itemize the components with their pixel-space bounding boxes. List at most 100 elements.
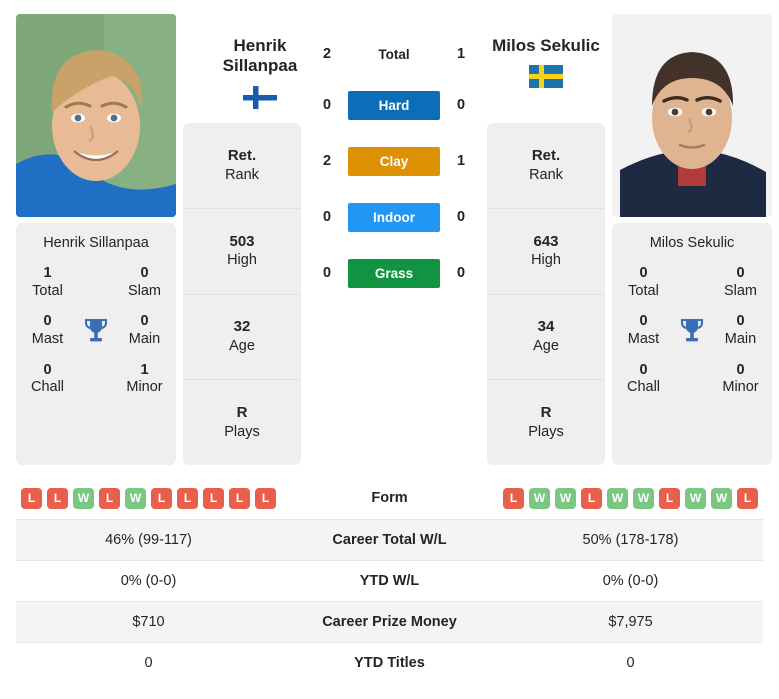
- form-badge-loss: L: [151, 487, 172, 509]
- left-player-column: Henrik Sillanpaa 1 Total 0 Slam 0 Mast 0…: [16, 14, 176, 465]
- right-career-total-wl: 50% (178-178): [498, 518, 763, 560]
- h2h-grass-left: 0: [322, 265, 332, 281]
- form-badge-win: W: [73, 487, 94, 509]
- left-player-name-small: Henrik Sillanpaa: [43, 235, 149, 251]
- h2h-indoor-left: 0: [322, 209, 332, 225]
- right-titles-main: 0 Main: [724, 313, 757, 348]
- right-ytd-wl: 0% (0-0): [498, 559, 763, 601]
- h2h-indoor-right: 0: [456, 209, 466, 225]
- form-badge-win: W: [125, 487, 146, 509]
- right-stats-strip: Ret. Rank 643 High 34 Age R Plays: [487, 123, 605, 465]
- form-badge-loss: L: [177, 487, 198, 509]
- right-titles-card: Milos Sekulic 0 Total 0 Slam 0 Mast 0 Ma…: [612, 223, 772, 465]
- h2h-clay-row: 2 Clay 1: [308, 133, 480, 189]
- h2h-clay-left: 2: [322, 153, 332, 169]
- right-titles-mast: 0 Mast: [627, 313, 660, 348]
- right-ytd-titles: 0: [498, 641, 763, 683]
- h2h-total-label: Total: [378, 46, 410, 62]
- right-form-list: LWWLWWLWWL: [498, 487, 763, 509]
- h2h-indoor-row: 0 Indoor 0: [308, 189, 480, 245]
- right-career-prize-money: $7,975: [498, 600, 763, 642]
- right-titles-minor: 0 Minor: [722, 361, 759, 396]
- form-badge-win: W: [555, 487, 576, 509]
- right-player-header: Milos Sekulic: [460, 14, 632, 89]
- left-titles-mast: 0 Mast: [31, 313, 64, 348]
- form-badge-loss: L: [737, 487, 758, 509]
- right-player-name-small: Milos Sekulic: [649, 235, 735, 251]
- form-badge-win: W: [711, 487, 732, 509]
- right-form-cell: LWWLWWLWWL: [498, 478, 763, 519]
- right-stat-rank: Ret. Rank: [487, 123, 605, 209]
- right-titles-slam: 0 Slam: [723, 265, 758, 299]
- right-stat-age: 34 Age: [487, 295, 605, 381]
- trophy-icon: [669, 317, 715, 345]
- h2h-hard-right: 0: [456, 97, 466, 113]
- left-career-total-wl: 46% (99-117): [16, 518, 281, 560]
- left-titles-row-1: 1 Total 0 Slam: [22, 265, 170, 300]
- surface-badge-clay[interactable]: Clay: [348, 146, 440, 176]
- left-titles-main: 0 Main: [128, 313, 161, 348]
- left-stat-age: 32 Age: [183, 295, 301, 381]
- form-badge-win: W: [607, 487, 628, 509]
- form-badge-loss: L: [203, 487, 224, 509]
- right-titles-row-1: 0 Total 0 Slam: [618, 265, 766, 300]
- left-player-header: Henrik Sillanpaa: [180, 14, 340, 110]
- surface-badge-indoor[interactable]: Indoor: [348, 202, 440, 232]
- table-row-form: LLWLWLLLLL Form LWWLWWLWWL: [16, 478, 763, 519]
- form-badge-win: W: [529, 487, 550, 509]
- row-label-ytd-titles: YTD Titles: [281, 641, 498, 683]
- flag-finland-icon: [243, 86, 277, 110]
- right-stat-high: 643 High: [487, 209, 605, 295]
- right-titles-row-2: 0 Mast 0 Main: [618, 313, 766, 348]
- h2h-clay-right: 1: [456, 153, 466, 169]
- left-stat-rank: Ret. Rank: [183, 123, 301, 209]
- h2h-grass-right: 0: [456, 265, 466, 281]
- right-stat-plays: R Plays: [528, 404, 564, 440]
- row-label-ytd-wl: YTD W/L: [281, 559, 498, 601]
- left-form-list: LLWLWLLLLL: [16, 487, 281, 509]
- left-career-prize-money: $710: [16, 600, 281, 642]
- right-player-photo[interactable]: [612, 14, 772, 217]
- compare-header-grid: Henrik Sillanpaa 1 Total 0 Slam 0 Mast 0…: [16, 0, 772, 465]
- left-titles-row-2: 0 Mast 0 Main: [22, 313, 170, 348]
- table-row-career-prize-money: $710 Career Prize Money $7,975: [16, 600, 763, 642]
- form-badge-loss: L: [581, 487, 602, 509]
- form-badge-loss: L: [659, 487, 680, 509]
- form-badge-loss: L: [47, 487, 68, 509]
- right-titles-row-3: 0 Chall 0 Minor: [618, 362, 766, 397]
- right-titles-chall: 0 Chall: [626, 361, 661, 396]
- row-label-form: Form: [371, 490, 408, 507]
- left-stat-plays: R Plays: [224, 404, 260, 440]
- player-comparison-page: Henrik Sillanpaa 1 Total 0 Slam 0 Mast 0…: [0, 0, 779, 683]
- right-titles-total: 0 Total: [628, 265, 659, 299]
- flag-sweden-icon: [529, 65, 563, 89]
- form-badge-loss: L: [255, 487, 276, 509]
- table-row-career-total-wl: 46% (99-117) Career Total W/L 50% (178-1…: [16, 518, 763, 560]
- surface-badge-hard[interactable]: Hard: [348, 90, 440, 120]
- table-row-ytd-titles: 0 YTD Titles 0: [16, 641, 763, 683]
- left-ytd-wl: 0% (0-0): [16, 559, 281, 601]
- left-titles-card: Henrik Sillanpaa 1 Total 0 Slam 0 Mast 0…: [16, 223, 176, 465]
- left-titles-total: 1 Total: [32, 265, 63, 299]
- left-titles-slam: 0 Slam: [127, 265, 162, 299]
- table-row-ytd-wl: 0% (0-0) YTD W/L 0% (0-0): [16, 559, 763, 601]
- left-titles-row-3: 0 Chall 1 Minor: [22, 362, 170, 397]
- right-player-column: Milos Sekulic 0 Total 0 Slam 0 Mast 0 Ma…: [612, 14, 772, 465]
- trophy-icon: [73, 317, 119, 345]
- row-label-career-total-wl: Career Total W/L: [281, 518, 498, 560]
- row-label-career-prize-money: Career Prize Money: [281, 600, 498, 642]
- form-badge-loss: L: [503, 487, 524, 509]
- h2h-grass-row: 0 Grass 0: [308, 245, 480, 301]
- left-titles-minor: 1 Minor: [126, 361, 163, 396]
- form-badge-loss: L: [99, 487, 120, 509]
- surface-badge-grass[interactable]: Grass: [348, 258, 440, 288]
- left-ytd-titles: 0: [16, 641, 281, 683]
- comparison-stats-table: LLWLWLLLLL Form LWWLWWLWWL 46% (99-117) …: [16, 478, 763, 683]
- left-titles-chall: 0 Chall: [30, 361, 65, 396]
- left-player-photo[interactable]: [16, 14, 176, 217]
- left-stats-strip: Ret. Rank 503 High 32 Age R Plays: [183, 123, 301, 465]
- left-stat-high: 503 High: [183, 209, 301, 295]
- form-badge-win: W: [685, 487, 706, 509]
- form-badge-loss: L: [229, 487, 250, 509]
- form-badge-loss: L: [21, 487, 42, 509]
